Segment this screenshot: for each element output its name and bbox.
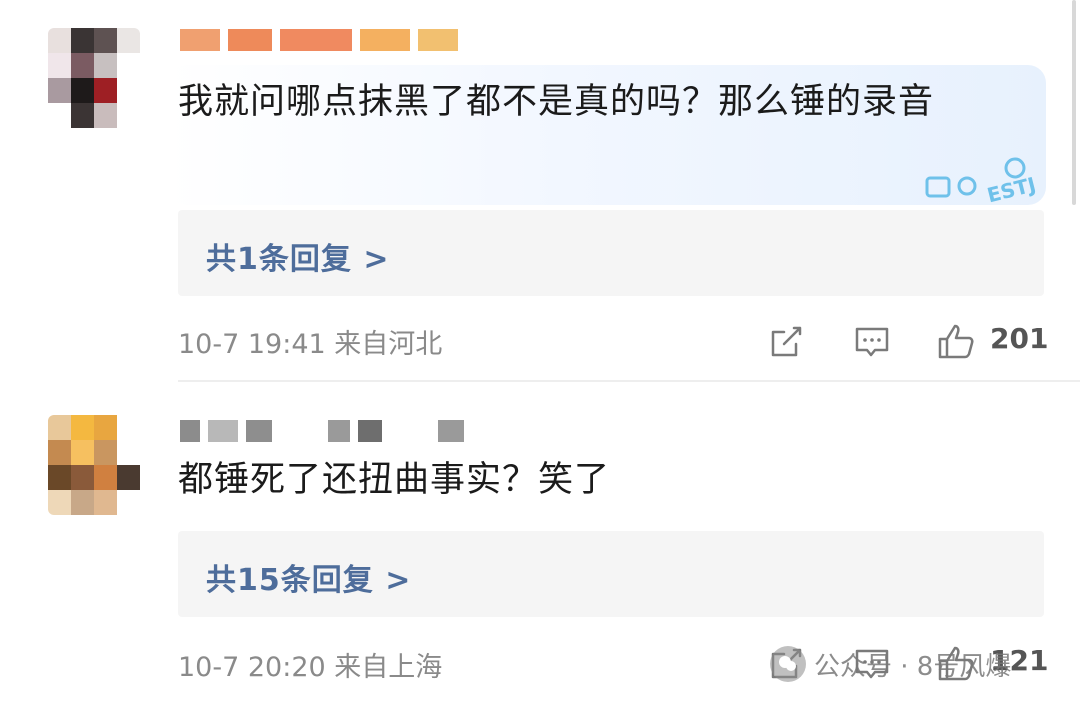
share-icon[interactable] [766,322,806,362]
comment-meta: 10-7 20:20 来自上海 [178,652,443,683]
replies-link[interactable]: 共15条回复 > [206,555,411,599]
sticker-label: ESTJ [985,172,1039,207]
watermark: 公众号 · 8号风爆 [770,642,1011,686]
replies-box[interactable]: 共1条回复 > [178,210,1044,296]
comment-item: 我就问哪点抹黑了都不是真的吗？那么锤的录音 ESTJ 共1条回复 > 10-7 … [0,0,1080,382]
wechat-logo-icon [770,646,806,682]
avatar[interactable] [48,415,140,515]
comment-icon[interactable] [852,322,892,362]
comment-text: 我就问哪点抹黑了都不是真的吗？那么锤的录音 [178,82,935,122]
replies-box[interactable]: 共15条回复 > [178,531,1044,617]
replies-link[interactable]: 共1条回复 > [206,234,389,278]
watermark-text: 公众号 · 8号风爆 [814,651,1012,682]
scrollbar[interactable] [1072,0,1076,205]
like-icon[interactable] [936,322,976,362]
like-count: 201 [990,322,1049,355]
username[interactable] [180,417,464,445]
username[interactable] [180,26,458,54]
avatar[interactable] [48,28,140,128]
estj-sticker-icon: ESTJ [925,154,1060,210]
divider [178,380,1080,382]
comment-item: 都锤死了还扭曲事实？笑了 共15条回复 > 10-7 20:20 来自上海 12… [0,384,1080,709]
action-bar: 201 [760,318,1060,362]
comment-text: 都锤死了还扭曲事实？笑了 [178,460,611,500]
comment-meta: 10-7 19:41 来自河北 [178,329,443,360]
